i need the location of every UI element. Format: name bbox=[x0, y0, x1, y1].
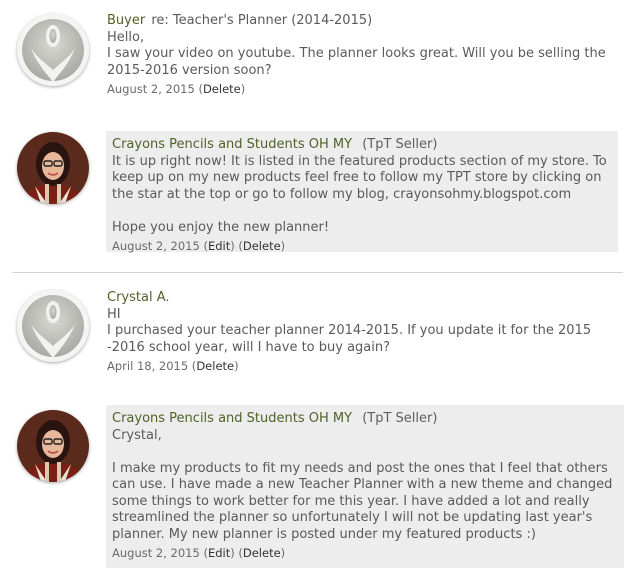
reply-line: the star at the top or go to follow my b… bbox=[112, 186, 572, 202]
reply-body: It is up right now! It is listed in the … bbox=[112, 154, 612, 237]
reply-body: Crystal, I make my products to fit my ne… bbox=[112, 428, 618, 544]
edit-link[interactable]: Edit bbox=[208, 546, 230, 560]
delete-link[interactable]: Delete bbox=[196, 359, 234, 373]
reply-author[interactable]: Crayons Pencils and Students OH MY bbox=[112, 137, 352, 152]
seller-avatar bbox=[17, 132, 89, 204]
question-line: Hello, bbox=[107, 29, 145, 45]
buyer-avatar bbox=[17, 290, 89, 362]
reply-blank-line bbox=[112, 203, 612, 220]
seller-photo-icon bbox=[17, 410, 89, 482]
edit-link[interactable]: Edit bbox=[208, 239, 230, 253]
seller-reply: Crayons Pencils and Students OH MY (TpT … bbox=[106, 131, 618, 253]
reply-date: August 2, 2015 bbox=[112, 239, 200, 253]
reply-line: Hope you enjoy the new planner! bbox=[112, 219, 330, 235]
question-line: I purchased your teacher planner 2014-20… bbox=[107, 323, 592, 338]
reply-line: I make my products to fit my needs and p… bbox=[112, 460, 608, 476]
reply-line: keep up on my new products feel free to … bbox=[112, 170, 602, 185]
question-date: August 2, 2015 bbox=[107, 82, 195, 96]
question-author[interactable]: Crystal A. bbox=[107, 290, 170, 305]
question-line: I saw your video on youtube. The planner… bbox=[107, 46, 606, 61]
default-buyer-avatar-icon bbox=[17, 290, 89, 362]
question-message: Crystal A. HI I purchased your teacher p… bbox=[107, 290, 622, 375]
buyer-avatar bbox=[17, 14, 89, 86]
reply-role: (TpT Seller) bbox=[362, 137, 438, 152]
question-date: April 18, 2015 bbox=[107, 359, 189, 373]
delete-link[interactable]: Delete bbox=[203, 82, 241, 96]
seller-reply: Crayons Pencils and Students OH MY (TpT … bbox=[106, 405, 624, 568]
thread-divider bbox=[12, 272, 623, 273]
question-author[interactable]: Buyer bbox=[107, 13, 145, 28]
question-message: Buyer re: Teacher's Planner (2014-2015) … bbox=[107, 13, 622, 98]
question-line: HI bbox=[107, 306, 121, 322]
question-header: Crystal A. bbox=[107, 290, 622, 307]
reply-line: planner. My new planner is posted under … bbox=[112, 526, 536, 542]
reply-author[interactable]: Crayons Pencils and Students OH MY bbox=[112, 411, 352, 426]
reply-meta: August 2, 2015 (Edit) (Delete) bbox=[112, 239, 286, 253]
question-body: Hello, I saw your video on youtube. The … bbox=[107, 30, 622, 80]
reply-header: Crayons Pencils and Students OH MY (TpT … bbox=[112, 411, 618, 428]
reply-role: (TpT Seller) bbox=[362, 411, 438, 426]
reply-header: Crayons Pencils and Students OH MY (TpT … bbox=[112, 137, 612, 154]
delete-link[interactable]: Delete bbox=[243, 239, 281, 253]
reply-blank-line bbox=[112, 444, 618, 461]
reply-date: August 2, 2015 bbox=[112, 546, 200, 560]
seller-photo-icon bbox=[17, 132, 89, 204]
reply-line: can use. I have made a new Teacher Plann… bbox=[112, 477, 613, 492]
question-header: Buyer re: Teacher's Planner (2014-2015) bbox=[107, 13, 622, 30]
reply-line: It is up right now! It is listed in the … bbox=[112, 153, 607, 169]
question-line: 2015-2016 version soon? bbox=[107, 62, 272, 78]
default-buyer-avatar-icon bbox=[17, 14, 89, 86]
question-meta: April 18, 2015 (Delete) bbox=[107, 359, 239, 373]
reply-meta: August 2, 2015 (Edit) (Delete) bbox=[112, 546, 286, 560]
delete-link[interactable]: Delete bbox=[243, 546, 281, 560]
reply-line: streamlined the planner so unfortunately… bbox=[112, 510, 593, 525]
reply-line: some things to work better for me this y… bbox=[112, 493, 590, 509]
question-subject: re: Teacher's Planner (2014-2015) bbox=[151, 13, 373, 28]
question-body: HI I purchased your teacher planner 2014… bbox=[107, 307, 622, 357]
question-meta: August 2, 2015 (Delete) bbox=[107, 82, 246, 96]
seller-avatar bbox=[17, 410, 89, 482]
reply-line: Crystal, bbox=[112, 427, 162, 443]
question-line: -2016 school year, will I have to buy ag… bbox=[107, 339, 391, 355]
